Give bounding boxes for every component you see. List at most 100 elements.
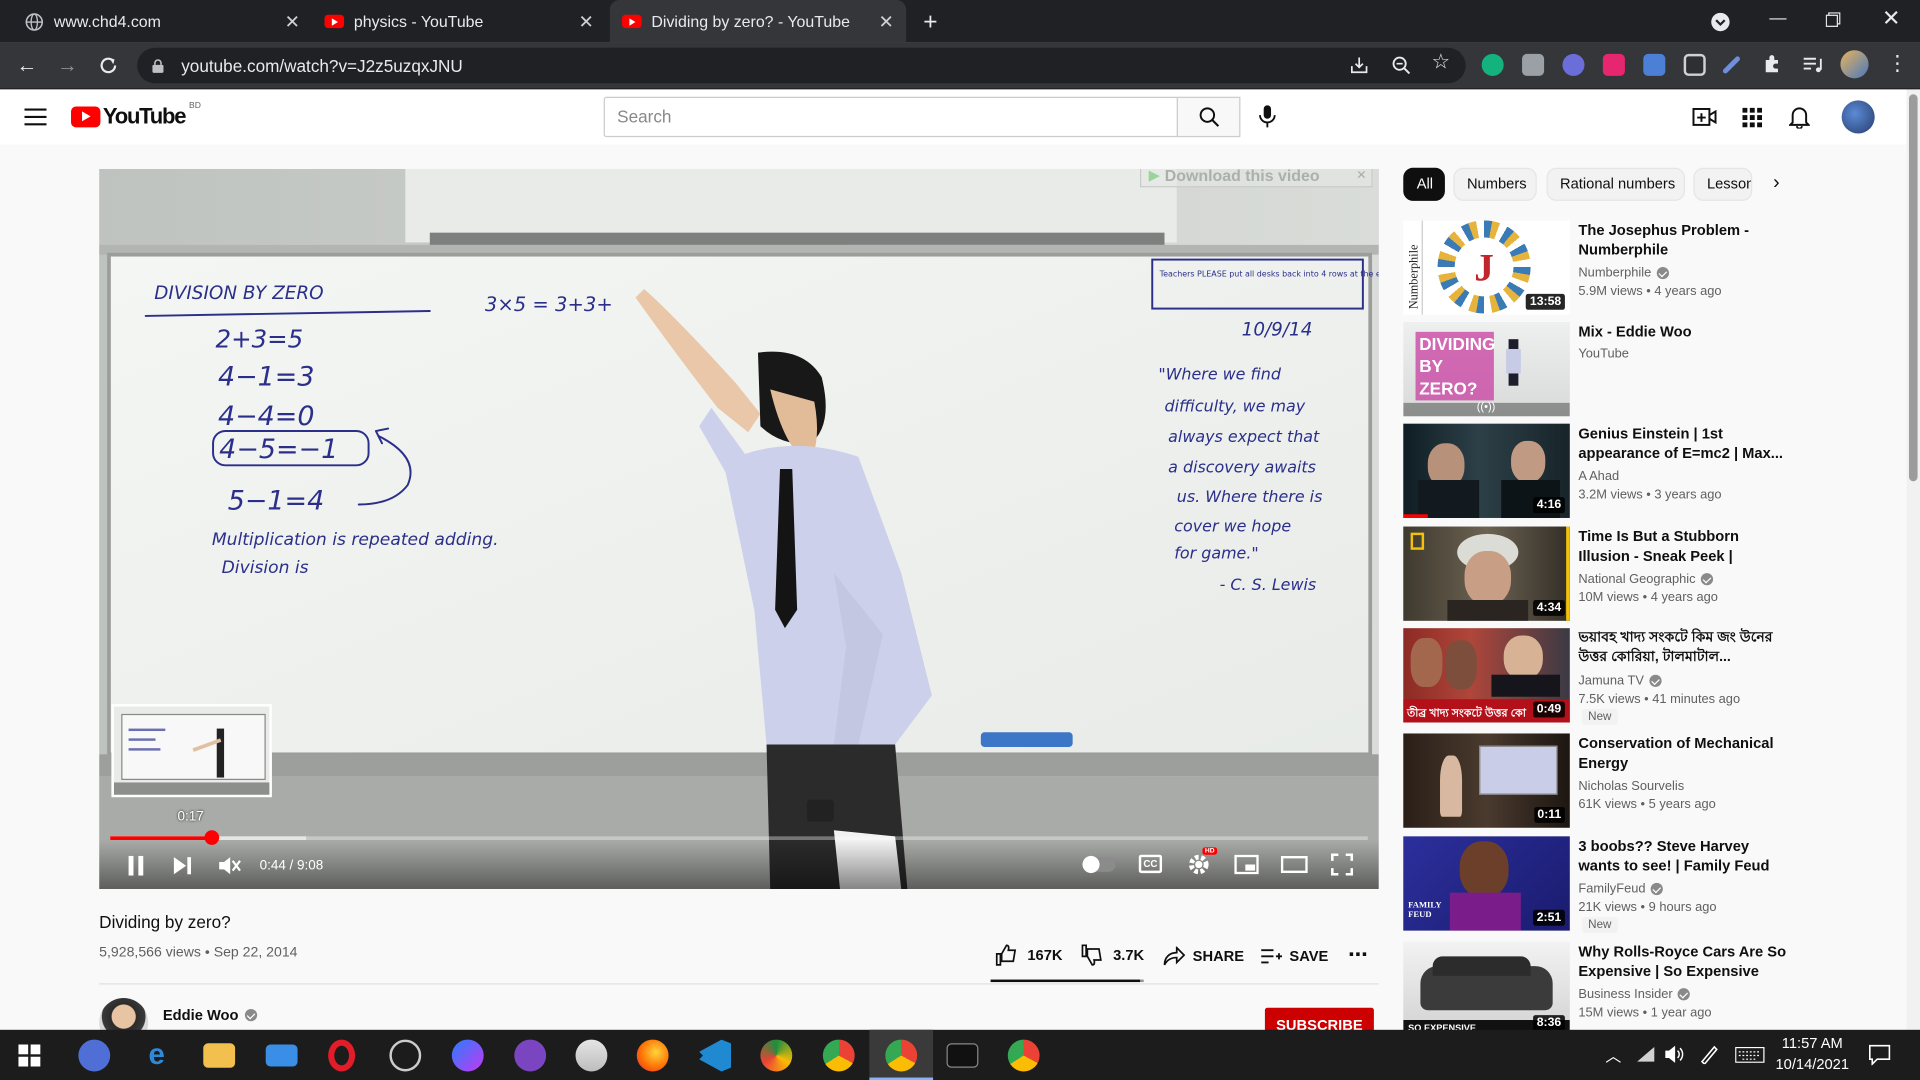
- grammarly-extension-icon[interactable]: [1481, 53, 1504, 76]
- profile-avatar[interactable]: [1840, 50, 1869, 79]
- opera-icon[interactable]: [328, 1039, 356, 1072]
- windows-start-icon[interactable]: [18, 1044, 41, 1067]
- settings-gear-icon[interactable]: [1187, 852, 1211, 876]
- like-button[interactable]: 167K: [995, 944, 1062, 966]
- pen-extension-icon[interactable]: [1721, 55, 1741, 75]
- miniplayer-icon[interactable]: [1234, 854, 1259, 875]
- chrome-profile-icon[interactable]: [1007, 1039, 1040, 1072]
- show-hidden-icons-chevron[interactable]: ︿: [1605, 1043, 1621, 1066]
- github-icon[interactable]: [514, 1039, 547, 1072]
- page-scrollbar[interactable]: [1906, 89, 1920, 1030]
- new-tab-plus-icon[interactable]: +: [923, 9, 937, 37]
- close-tab-icon[interactable]: ✕: [285, 10, 300, 33]
- close-tab-icon[interactable]: ✕: [878, 10, 893, 33]
- app-icon[interactable]: [760, 1039, 793, 1072]
- pause-icon[interactable]: [126, 855, 146, 877]
- recommendation-item[interactable]: SO EXPENSIVE 8:36 Why Rolls-Royce Cars A…: [1403, 941, 1893, 1038]
- recommendation-item[interactable]: 0:11 Conservation of Mechanical Energy N…: [1403, 733, 1893, 829]
- speaker-volume-icon[interactable]: [1664, 1044, 1685, 1064]
- minimize-icon[interactable]: —: [1769, 7, 1786, 27]
- color-extension-icon[interactable]: [1562, 53, 1585, 76]
- board-quote: difficulty, we may: [1164, 396, 1305, 415]
- vscode-icon[interactable]: [699, 1039, 732, 1072]
- extensions-puzzle-icon[interactable]: [1762, 54, 1783, 75]
- notifications-bell-icon[interactable]: [1788, 105, 1810, 129]
- recommendation-item[interactable]: DIVIDING BY ZERO? ((•)) Mix - Eddie Woo …: [1403, 322, 1893, 418]
- share-button[interactable]: SHARE: [1163, 946, 1244, 967]
- fullscreen-icon[interactable]: [1331, 853, 1354, 876]
- subtitles-cc-icon[interactable]: CC: [1138, 854, 1163, 874]
- terminal-icon[interactable]: [946, 1043, 979, 1068]
- chip-all[interactable]: All: [1403, 167, 1445, 201]
- muted-volume-icon[interactable]: [218, 855, 241, 877]
- recommendation-item[interactable]: 4:34 Time Is But a Stubborn Illusion - S…: [1403, 526, 1893, 623]
- tab-chd4[interactable]: www.chd4.com ✕: [12, 0, 312, 43]
- search-button[interactable]: [1176, 96, 1241, 138]
- url-field[interactable]: youtube.com/watch?v=J2z5uzqxJNU ☆: [137, 47, 1466, 84]
- autoplay-toggle[interactable]: [1082, 855, 1116, 874]
- apps-grid-icon[interactable]: [1742, 107, 1763, 128]
- chips-next-chevron-icon[interactable]: ›: [1773, 173, 1780, 195]
- file-explorer-icon[interactable]: [203, 1043, 236, 1068]
- pen-workspace-icon[interactable]: [1700, 1044, 1720, 1065]
- hamburger-menu-icon[interactable]: [24, 108, 47, 126]
- close-tab-icon[interactable]: ✕: [578, 10, 593, 33]
- chrome-active-icon[interactable]: [885, 1039, 918, 1072]
- back-arrow-icon[interactable]: ←: [15, 54, 39, 78]
- overlay-close-icon[interactable]: ✕: [1356, 169, 1366, 182]
- save-button[interactable]: SAVE: [1260, 947, 1328, 967]
- clock-date: 10/14/2021: [1775, 1055, 1850, 1073]
- screen-extension-icon[interactable]: [1683, 53, 1706, 76]
- bookmark-star-icon[interactable]: ☆: [1431, 50, 1450, 74]
- firefox-icon[interactable]: [636, 1039, 669, 1072]
- tab-physics[interactable]: physics - YouTube ✕: [312, 0, 606, 43]
- play-extension-icon[interactable]: [1602, 53, 1625, 76]
- media-queue-icon[interactable]: [1801, 54, 1823, 76]
- close-window-icon[interactable]: ✕: [1882, 6, 1900, 32]
- recommendation-item[interactable]: 4:16 Genius Einstein | 1st appearance of…: [1403, 423, 1893, 520]
- wifi-icon[interactable]: [1636, 1046, 1656, 1063]
- download-extension-icon[interactable]: [1643, 53, 1666, 76]
- chip-lesson[interactable]: Lesson: [1693, 167, 1753, 201]
- browser-menu-icon[interactable]: ⋮: [1887, 52, 1908, 75]
- theater-mode-icon[interactable]: [1280, 855, 1308, 874]
- account-avatar[interactable]: [1841, 100, 1875, 134]
- messenger-icon[interactable]: [451, 1039, 484, 1072]
- tab-search-icon[interactable]: [1711, 12, 1731, 32]
- chrome-icon[interactable]: [822, 1039, 855, 1072]
- create-video-icon[interactable]: [1692, 107, 1717, 128]
- board-date: 10/9/14: [1242, 320, 1313, 341]
- recommendation-item[interactable]: তীব্র খাদ্য সংকটে উত্তর কো 0:49 ভয়াবহ খ…: [1403, 628, 1893, 725]
- download-video-overlay[interactable]: ▶ Download this video ✕: [1140, 168, 1373, 188]
- next-video-icon[interactable]: [173, 856, 193, 876]
- touch-keyboard-icon[interactable]: [1735, 1046, 1765, 1063]
- recommendation-item[interactable]: FAMILY FEUD 2:51 3 boobs?? Steve Harvey …: [1403, 836, 1893, 934]
- channel-name-link[interactable]: Eddie Woo: [163, 1007, 257, 1024]
- mail-icon[interactable]: [265, 1044, 298, 1067]
- scrollbar-thumb[interactable]: [1908, 94, 1918, 482]
- app-icon[interactable]: [389, 1039, 422, 1072]
- reload-icon[interactable]: [98, 55, 119, 76]
- microphone-icon[interactable]: [1259, 105, 1276, 128]
- restore-icon[interactable]: [1825, 12, 1841, 27]
- youtube-logo[interactable]: YouTube BD: [71, 102, 201, 130]
- app-icon[interactable]: [575, 1039, 608, 1072]
- recommendation-item[interactable]: Numberphile J 13:58 The Josephus Problem…: [1403, 220, 1893, 316]
- forward-arrow-icon[interactable]: →: [55, 54, 79, 78]
- chip-rational-numbers[interactable]: Rational numbers: [1546, 167, 1685, 201]
- system-clock[interactable]: 11:57 AM 10/14/2021: [1773, 1033, 1851, 1075]
- chip-numbers[interactable]: Numbers: [1453, 167, 1537, 201]
- notifications-center-icon[interactable]: [1869, 1044, 1891, 1066]
- app-icon[interactable]: [78, 1039, 111, 1072]
- rec-title: Conservation of Mechanical Energy: [1578, 734, 1774, 772]
- dislike-button[interactable]: 3.7K: [1081, 944, 1144, 966]
- zoom-icon[interactable]: [1391, 55, 1411, 75]
- camera-extension-icon[interactable]: [1522, 53, 1545, 76]
- edge-browser-icon[interactable]: e: [141, 1039, 173, 1072]
- rec-meta: 7.5K views • 41 minutes ago: [1578, 691, 1741, 707]
- tab-dividing-by-zero[interactable]: Dividing by zero? - YouTube ✕: [609, 0, 907, 43]
- more-actions-icon[interactable]: ⋯: [1348, 943, 1369, 967]
- search-input[interactable]: Search: [603, 96, 1178, 138]
- video-player[interactable]: DIVISION BY ZERO 3×5 = 3+3+ 2+3=5 4−1=3 …: [99, 168, 1379, 889]
- install-app-icon[interactable]: [1349, 55, 1369, 75]
